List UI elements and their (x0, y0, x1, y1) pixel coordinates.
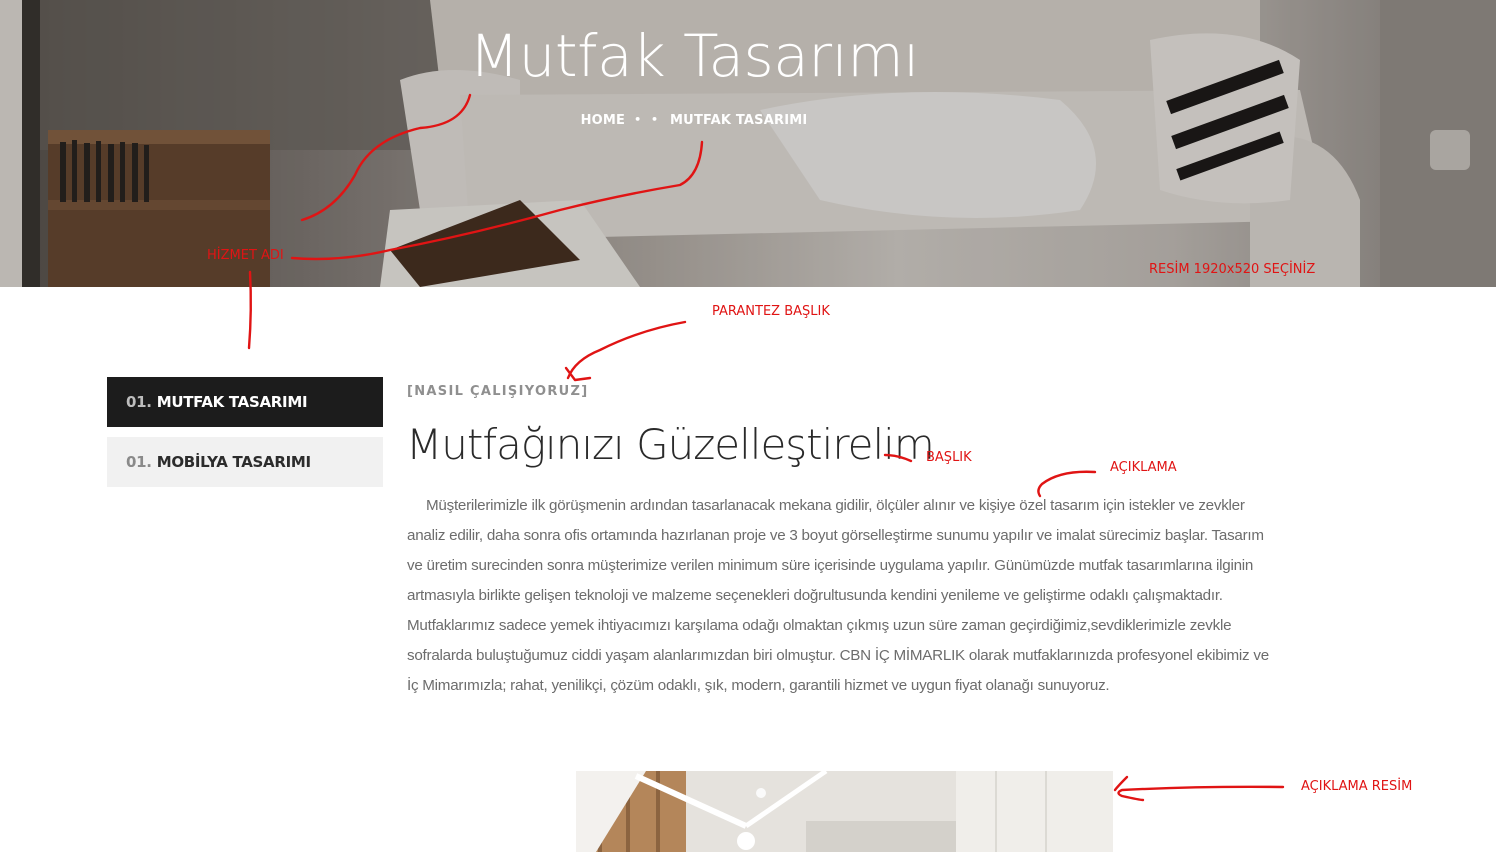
annotation-aciklama: AÇIKLAMA (1110, 460, 1177, 475)
breadcrumb-separator: • • (634, 113, 662, 126)
sidebar-item-mobilya-tasarimi[interactable]: 01. MOBİLYA TASARIMI (107, 437, 383, 487)
sidebar-item-number: 01. (126, 393, 152, 411)
annotation-hizmet-adi: HİZMET ADI (207, 248, 284, 263)
hero-banner: Mutfak Tasarımı HOME • • MUTFAK TASARIMI (0, 0, 1496, 287)
sidebar-item-label: MUTFAK TASARIMI (156, 393, 308, 411)
kitchen-interior-image (576, 771, 1113, 852)
section-heading: Mutfağınızı Güzelleştirelim (406, 420, 935, 469)
annotation-baslik: BAŞLIK (926, 450, 972, 465)
annotation-parantez-baslik: PARANTEZ BAŞLIK (712, 304, 830, 319)
description-image (576, 771, 1113, 852)
breadcrumb-current: MUTFAK TASARIMI (670, 113, 808, 128)
page-title: Mutfak Tasarımı (469, 22, 919, 90)
sidebar-item-mutfak-tasarimi[interactable]: 01. MUTFAK TASARIMI (107, 377, 383, 427)
sidebar-item-number: 01. (126, 453, 152, 471)
sidebar-item-label: MOBİLYA TASARIMI (156, 453, 311, 471)
annotation-resim: RESİM 1920x520 SEÇİNİZ (1149, 262, 1316, 277)
section-description: Müşterilerimizle ilk görüşmenin ardından… (407, 497, 1269, 694)
breadcrumb: HOME • • MUTFAK TASARIMI (0, 113, 1388, 128)
service-sidebar: 01. MUTFAK TASARIMI 01. MOBİLYA TASARIMI (107, 377, 383, 497)
section-kicker: [NASIL ÇALIŞIYORUZ] (407, 384, 589, 399)
breadcrumb-home-link[interactable]: HOME (581, 113, 626, 128)
annotation-aciklama-resim: AÇIKLAMA RESİM (1301, 779, 1413, 794)
